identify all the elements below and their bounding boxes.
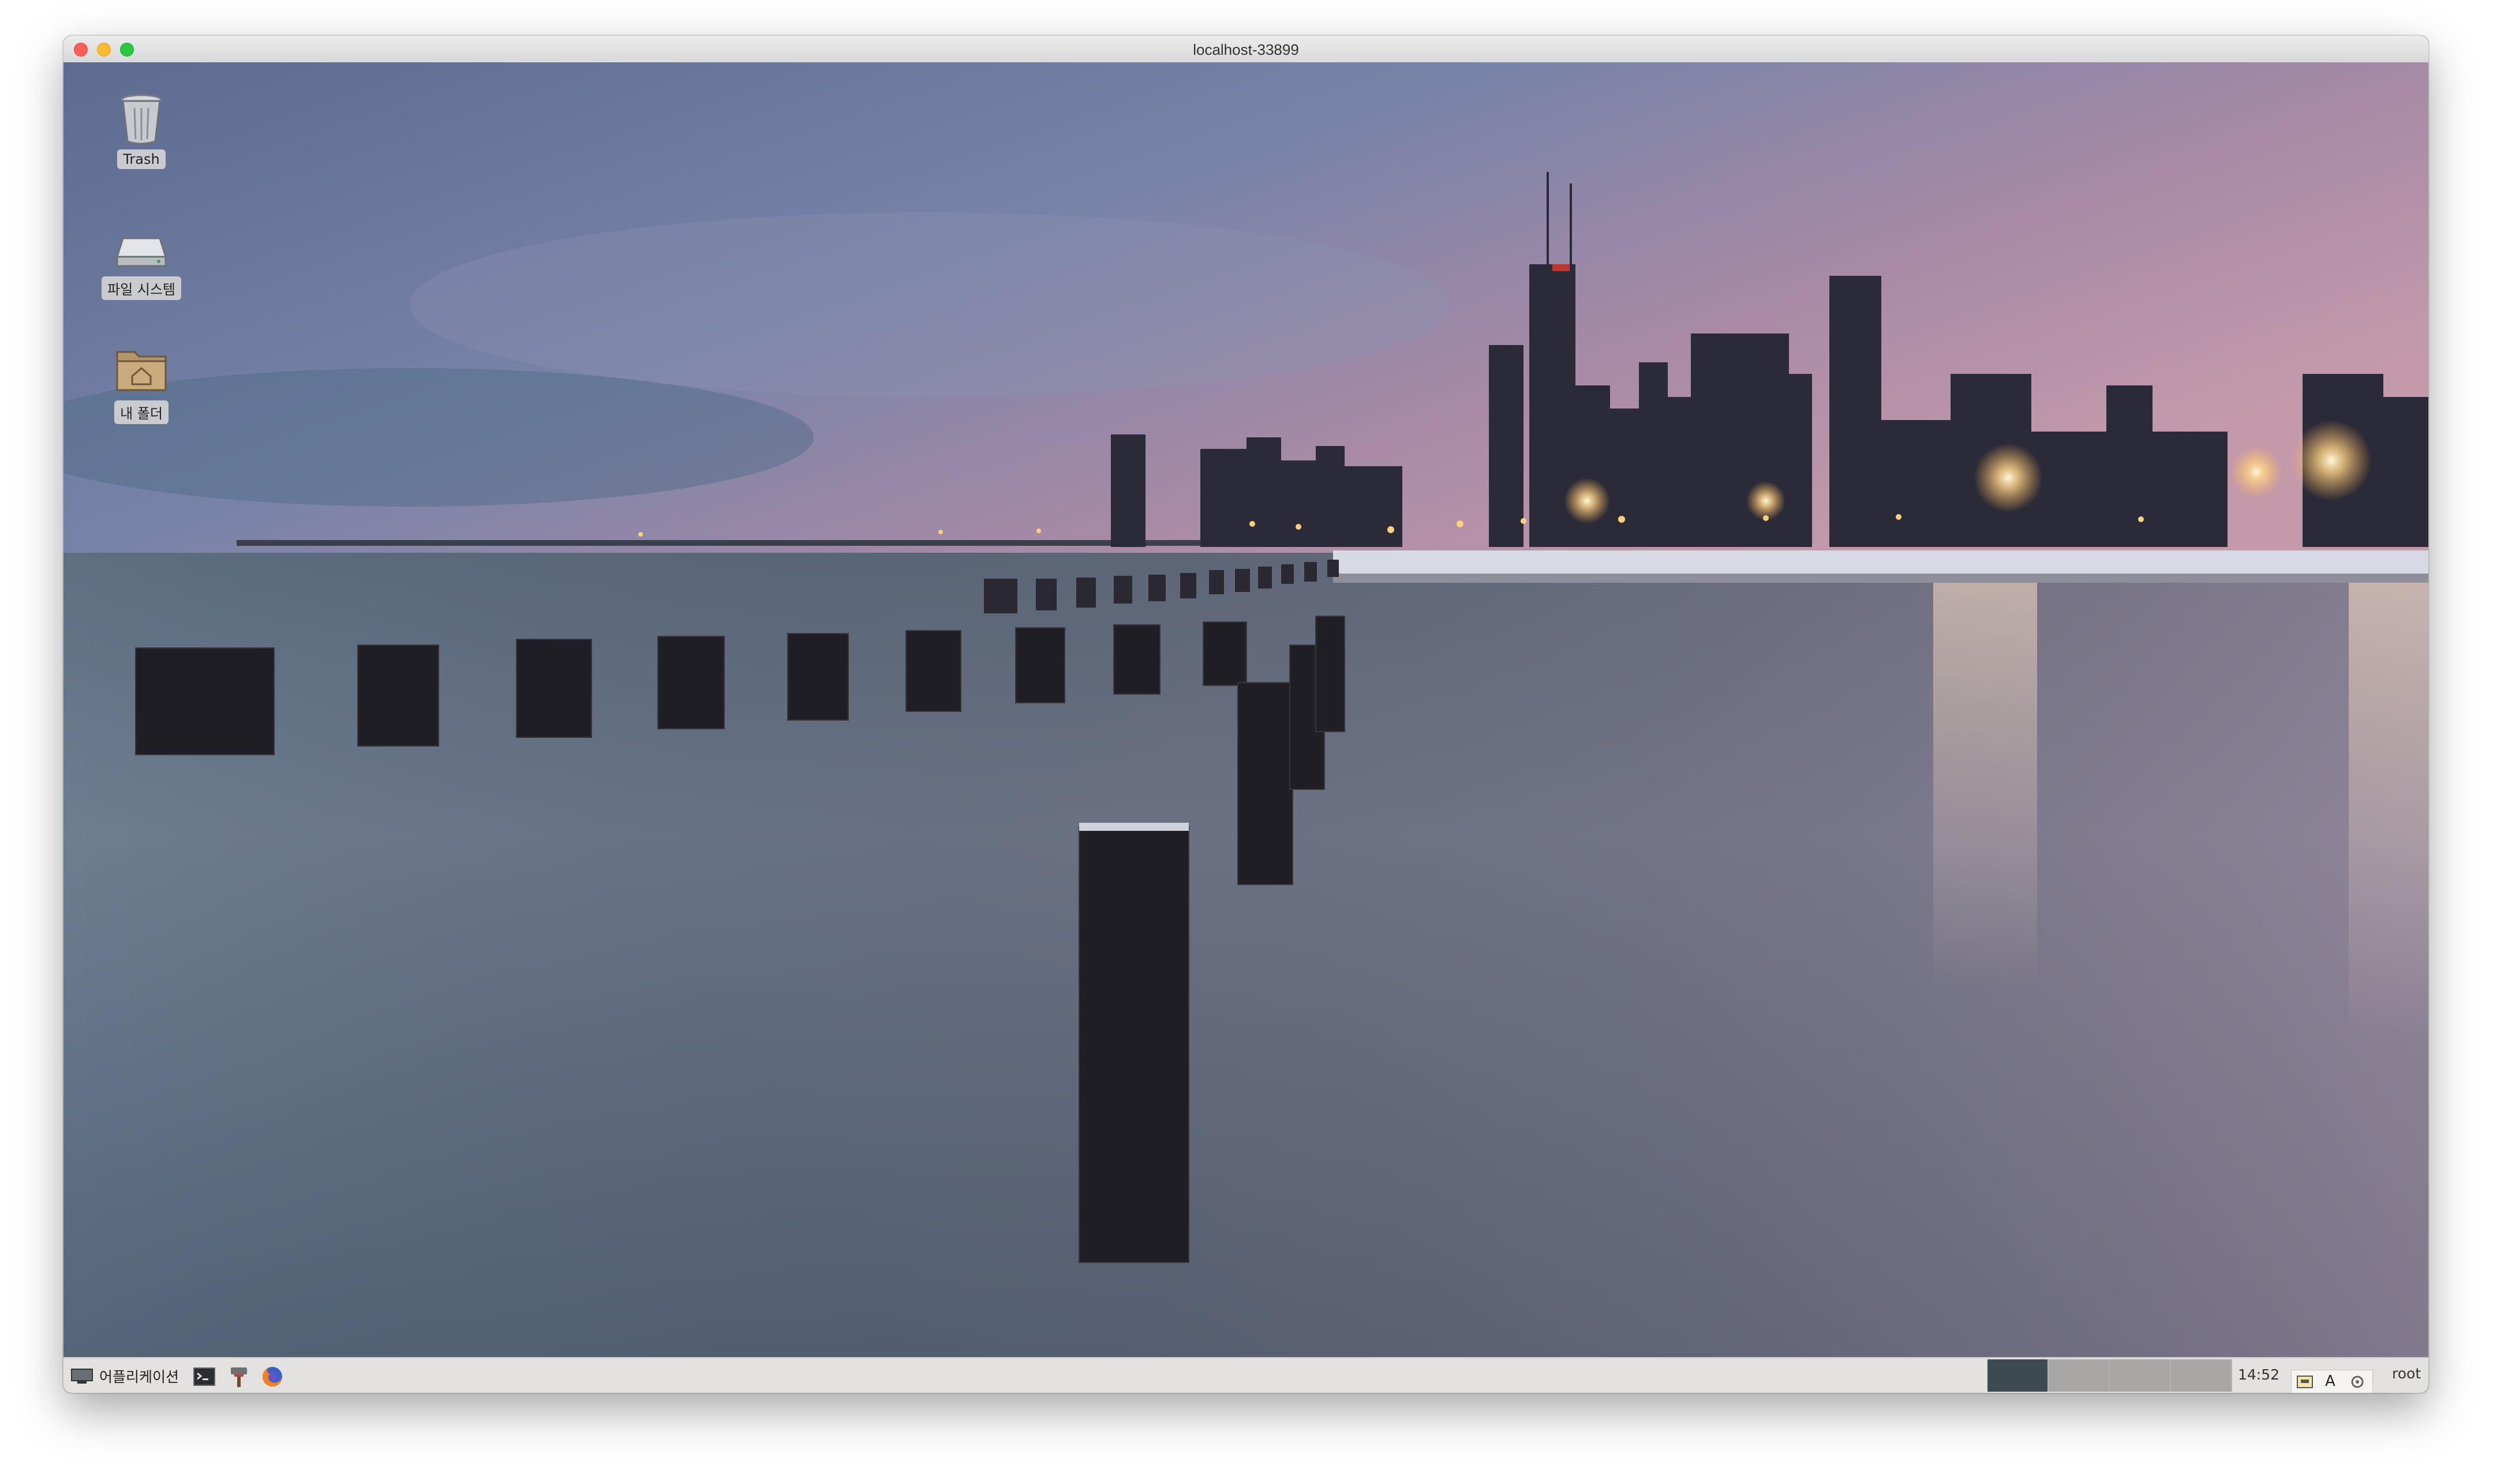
taskbar: 어플리케이션 14:52 A root: [63, 1357, 2428, 1393]
terminal-icon[interactable]: [193, 1365, 216, 1388]
current-user[interactable]: root: [2392, 1365, 2421, 1382]
home-folder-icon: [113, 339, 170, 397]
desktop-icon-trash[interactable]: Trash: [92, 88, 190, 169]
desktop-icon-home[interactable]: 내 폴더: [92, 339, 190, 424]
drive-icon: [113, 215, 170, 273]
workspace-4[interactable]: [2171, 1359, 2232, 1392]
title-bar[interactable]: localhost-33899: [63, 36, 2428, 63]
remote-desktop-window: localhost-33899 Trash 파일 시스템 내 폴더 어플리케이션…: [63, 36, 2428, 1393]
workspace-2[interactable]: [2049, 1359, 2110, 1392]
paint-icon[interactable]: [227, 1365, 250, 1388]
window-title: localhost-33899: [1193, 41, 1299, 58]
system-tray: A: [2291, 1370, 2373, 1393]
keyboard-icon[interactable]: [2296, 1374, 2314, 1390]
monitor-icon: [70, 1367, 93, 1385]
desktop-icon-filesystem[interactable]: 파일 시스템: [92, 215, 190, 300]
settings-icon[interactable]: [2349, 1374, 2365, 1390]
applications-menu-button[interactable]: 어플리케이션: [70, 1364, 179, 1388]
applications-menu-label: 어플리케이션: [99, 1369, 179, 1385]
workspace-3[interactable]: [2110, 1359, 2171, 1392]
firefox-icon[interactable]: [261, 1365, 284, 1388]
desktop[interactable]: Trash 파일 시스템 내 폴더: [63, 62, 2428, 1357]
font-icon[interactable]: A: [2325, 1373, 2335, 1390]
desktop-icon-label: 내 폴더: [114, 400, 169, 424]
desktop-icon-label: 파일 시스템: [101, 276, 182, 300]
workspace-1[interactable]: [1987, 1359, 2049, 1392]
wallpaper-image: [63, 62, 2428, 1357]
trash-icon: [113, 88, 170, 146]
desktop-icon-label: Trash: [117, 149, 166, 169]
clock[interactable]: 14:52: [2238, 1366, 2279, 1383]
